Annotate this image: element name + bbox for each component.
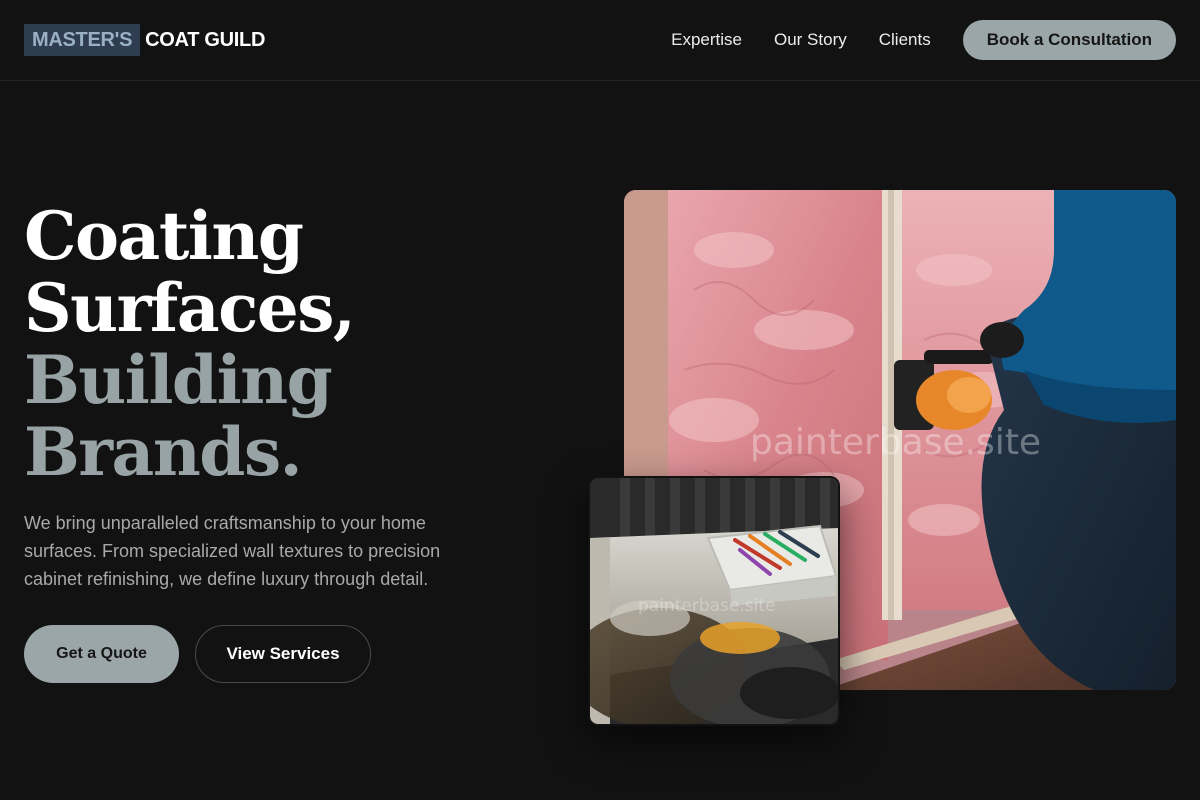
- tools-scene-illustration: [590, 478, 838, 724]
- tools-tray-photo: painterbase.site: [588, 476, 840, 726]
- view-services-button[interactable]: View Services: [195, 625, 371, 683]
- nav-link-our-story[interactable]: Our Story: [774, 30, 847, 50]
- nav-link-expertise[interactable]: Expertise: [671, 30, 742, 50]
- hero-subtitle: We bring unparalleled craftsmanship to y…: [24, 513, 441, 589]
- get-quote-button[interactable]: Get a Quote: [24, 625, 179, 683]
- site-header: MASTER'S COAT GUILD Expertise Our Story …: [0, 0, 1200, 81]
- main-nav: Expertise Our Story Clients Book a Consu…: [639, 20, 1176, 60]
- brand-logo[interactable]: MASTER'S COAT GUILD: [24, 24, 265, 56]
- logo-text: COAT GUILD: [145, 28, 266, 51]
- hero-title-line-1: Coating: [24, 197, 304, 275]
- logo-highlight-text: MASTER'S: [24, 24, 141, 56]
- hero-title-line-4: Brands.: [24, 413, 303, 491]
- hero-title-line-2: Surfaces,: [24, 269, 356, 347]
- book-consultation-button[interactable]: Book a Consultation: [962, 20, 1176, 60]
- hero-title-line-3: Building: [24, 341, 333, 419]
- hero-title: Coating Surfaces, Building Brands.: [24, 200, 544, 488]
- nav-link-clients[interactable]: Clients: [879, 30, 931, 50]
- hero-buttons: Get a Quote View Services: [24, 625, 371, 683]
